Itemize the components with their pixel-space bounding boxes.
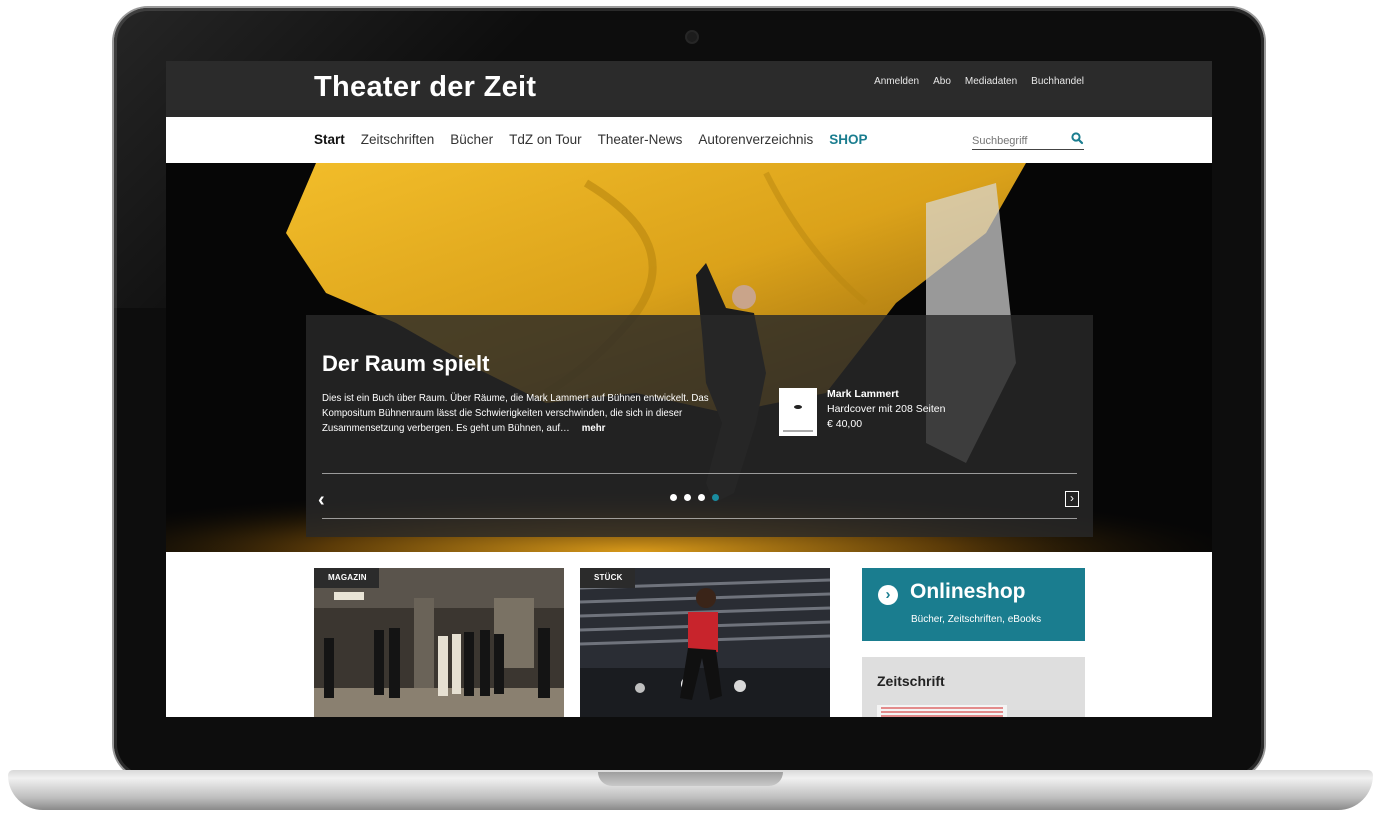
- slide-dot-4[interactable]: [712, 494, 719, 501]
- hero-caption-panel: Der Raum spielt Dies ist ein Buch über R…: [306, 315, 1093, 537]
- abo-link[interactable]: Abo: [933, 76, 951, 87]
- nav-item-shop[interactable]: SHOP: [829, 132, 867, 147]
- search-icon[interactable]: [1070, 131, 1084, 145]
- book-cover-thumbnail[interactable]: [779, 388, 817, 436]
- teaser-card-stueck[interactable]: STÜCK: [580, 568, 830, 717]
- book-info: Mark Lammert Hardcover mit 208 Seiten € …: [827, 387, 945, 432]
- laptop-notch: [598, 772, 783, 786]
- header-bar: Theater der Zeit Anmelden Abo Mediadaten…: [166, 61, 1212, 117]
- category-tag: STÜCK: [580, 568, 635, 588]
- main-nav: Start Zeitschriften Bücher TdZ on Tour T…: [166, 117, 1212, 164]
- read-more-link[interactable]: mehr: [582, 423, 606, 434]
- book-format: Hardcover mit 208 Seiten: [827, 403, 946, 415]
- cover-caption-line: [783, 430, 813, 432]
- divider-bottom: [322, 518, 1077, 519]
- book-price: € 40,00: [827, 418, 863, 430]
- hero-description-text: Dies ist ein Buch über Raum. Über Räume,…: [322, 393, 709, 434]
- mediadaten-link[interactable]: Mediadaten: [965, 76, 1017, 87]
- magazin-photo: [314, 568, 564, 717]
- next-slide-icon[interactable]: ›: [1065, 491, 1079, 507]
- slide-dot-3[interactable]: [698, 494, 705, 501]
- nav-item-autorenverzeichnis[interactable]: Autorenverzeichnis: [698, 132, 813, 147]
- teaser-card-magazin[interactable]: MAGAZIN: [314, 568, 564, 717]
- nav-item-zeitschriften[interactable]: Zeitschriften: [361, 132, 435, 147]
- hero-title[interactable]: Der Raum spielt: [322, 351, 490, 377]
- zeitschrift-box[interactable]: Zeitschrift: [862, 657, 1085, 717]
- slide-indicators: [670, 494, 719, 501]
- site-logo[interactable]: Theater der Zeit: [314, 71, 536, 104]
- divider-top: [322, 473, 1077, 474]
- nav-item-tdz-on-tour[interactable]: TdZ on Tour: [509, 132, 582, 147]
- zeitschrift-cover-thumbnail[interactable]: [877, 705, 1007, 717]
- zeitschrift-title: Zeitschrift: [877, 673, 945, 689]
- chevron-right-circle-icon: ›: [878, 585, 898, 605]
- cover-graphic: [794, 405, 802, 409]
- onlineshop-title: Onlineshop: [910, 580, 1026, 603]
- stueck-photo: [580, 568, 830, 717]
- hero-description: Dies ist ein Buch über Raum. Über Räume,…: [322, 391, 722, 436]
- slide-dot-1[interactable]: [670, 494, 677, 501]
- nav-item-buecher[interactable]: Bücher: [450, 132, 493, 147]
- utility-nav: Anmelden Abo Mediadaten Buchhandel: [874, 76, 1084, 87]
- browser-viewport: Theater der Zeit Anmelden Abo Mediadaten…: [166, 61, 1212, 717]
- webcam: [687, 32, 697, 42]
- search-input[interactable]: [972, 133, 1062, 147]
- search-box: [972, 131, 1084, 150]
- nav-item-start[interactable]: Start: [314, 132, 345, 147]
- buchhandel-link[interactable]: Buchhandel: [1031, 76, 1084, 87]
- prev-slide-icon[interactable]: ‹: [318, 490, 325, 510]
- onlineshop-subtitle: Bücher, Zeitschriften, eBooks: [911, 614, 1042, 625]
- category-tag: MAGAZIN: [314, 568, 379, 588]
- onlineshop-teaser[interactable]: › Onlineshop Bücher, Zeitschriften, eBoo…: [862, 568, 1085, 641]
- hero-slider: Der Raum spielt Dies ist ein Buch über R…: [166, 163, 1212, 552]
- login-link[interactable]: Anmelden: [874, 76, 919, 87]
- book-author: Mark Lammert: [827, 388, 899, 400]
- nav-item-theater-news[interactable]: Theater-News: [598, 132, 683, 147]
- slide-dot-2[interactable]: [684, 494, 691, 501]
